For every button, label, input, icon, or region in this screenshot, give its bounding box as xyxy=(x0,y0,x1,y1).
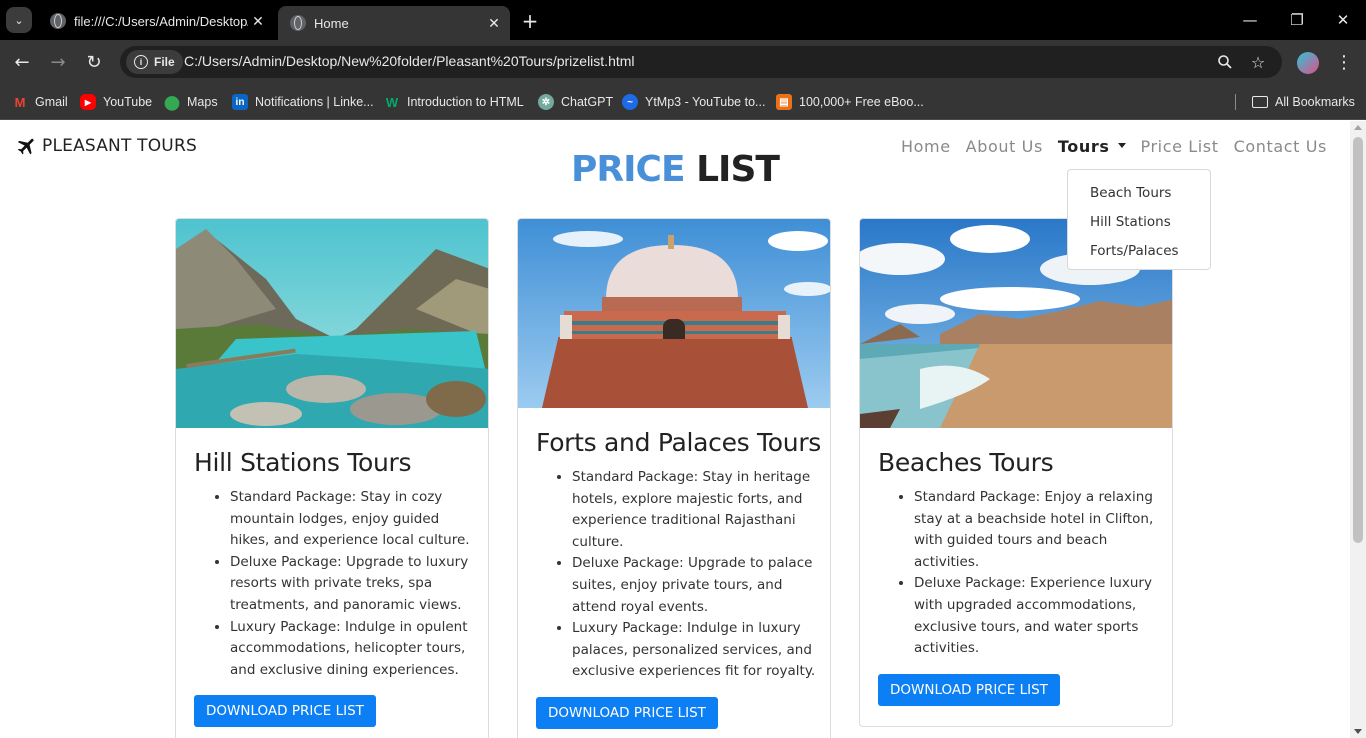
site-chip-label: File xyxy=(154,55,175,69)
list-item: Deluxe Package: Upgrade to luxury resort… xyxy=(230,552,474,617)
list-item: Luxury Package: Indulge in luxury palace… xyxy=(572,618,816,683)
bookmark-intro-html[interactable]: W Introduction to HTML xyxy=(384,92,524,112)
url-text[interactable]: C:/Users/Admin/Desktop/New%20folder/Plea… xyxy=(184,53,635,69)
bookmark-label: 100,000+ Free eBoo... xyxy=(799,95,924,109)
minimize-icon: — xyxy=(1242,11,1258,29)
bookmark-maps[interactable]: ⬤ Maps xyxy=(164,92,218,112)
tour-card-hill-stations: Hill Stations Tours Standard Package: St… xyxy=(175,218,489,738)
chevron-down-icon: ⌄ xyxy=(14,13,24,27)
dropdown-item-beach-tours[interactable]: Beach Tours xyxy=(1068,178,1210,207)
scroll-thumb[interactable] xyxy=(1353,137,1363,543)
package-list: Standard Package: Stay in heritage hotel… xyxy=(572,467,816,683)
tab-title: Home xyxy=(314,15,349,31)
profile-avatar[interactable] xyxy=(1297,52,1319,74)
browser-tab[interactable]: file:///C:/Users/Admin/Desktop/ ✕ xyxy=(38,6,274,36)
dropdown-item-hill-stations[interactable]: Hill Stations xyxy=(1068,207,1210,236)
page-viewport: PLEASANT TOURS Home About Us Tours Price… xyxy=(0,121,1350,738)
star-icon[interactable]: ☆ xyxy=(1247,51,1269,73)
back-button[interactable]: ← xyxy=(10,50,34,74)
ytmp3-icon: ~ xyxy=(622,94,638,110)
package-list: Standard Package: Stay in cozy mountain … xyxy=(230,487,474,681)
menu-kebab-icon[interactable]: ⋮ xyxy=(1334,50,1354,74)
reload-icon: ↻ xyxy=(86,51,102,73)
close-icon[interactable]: ✕ xyxy=(248,11,268,31)
browser-toolbar: ← → ↻ i File C:/Users/Admin/Desktop/New%… xyxy=(0,40,1366,84)
bookmark-ebooks[interactable]: ▤ 100,000+ Free eBoo... xyxy=(776,92,924,112)
hill-station-image xyxy=(176,219,488,428)
address-bar[interactable]: i File C:/Users/Admin/Desktop/New%20fold… xyxy=(120,46,1282,78)
close-window-button[interactable]: ✕ xyxy=(1331,8,1355,32)
arrow-right-icon: → xyxy=(50,51,66,73)
dropdown-item-forts-palaces[interactable]: Forts/Palaces xyxy=(1068,236,1210,265)
arrow-left-icon: ← xyxy=(14,51,30,73)
tour-card-forts-palaces: Forts and Palaces Tours Standard Package… xyxy=(517,218,831,738)
list-item: Deluxe Package: Experience luxury with u… xyxy=(914,573,1158,659)
plus-icon: + xyxy=(521,9,539,33)
bookmark-label: Gmail xyxy=(35,95,68,109)
card-title: Hill Stations Tours xyxy=(194,448,412,477)
bookmarks-bar: M Gmail ▶ YouTube ⬤ Maps in Notification… xyxy=(0,84,1366,120)
list-item: Standard Package: Stay in heritage hotel… xyxy=(572,467,816,553)
download-price-list-button[interactable]: DOWNLOAD PRICE LIST xyxy=(536,696,718,729)
info-icon: i xyxy=(134,55,148,69)
page-title-part2: LIST xyxy=(696,149,780,190)
ebook-icon: ▤ xyxy=(776,94,792,110)
tab-strip: ⌄ file:///C:/Users/Admin/Desktop/ ✕ Home… xyxy=(0,0,1366,40)
restore-icon: ❐ xyxy=(1290,11,1304,29)
tab-title: file:///C:/Users/Admin/Desktop/ xyxy=(74,13,248,29)
page-title-part1: PRICE xyxy=(571,149,686,190)
close-icon: ✕ xyxy=(1336,11,1350,29)
restore-button[interactable]: ❐ xyxy=(1285,8,1309,32)
tours-dropdown-menu: Beach Tours Hill Stations Forts/Palaces xyxy=(1067,169,1211,270)
list-item: Standard Package: Stay in cozy mountain … xyxy=(230,487,474,552)
bookmark-label: YtMp3 - YouTube to... xyxy=(645,95,766,109)
bookmark-linkedin[interactable]: in Notifications | Linke... xyxy=(232,92,374,112)
list-item: Deluxe Package: Upgrade to palace suites… xyxy=(572,553,816,618)
bookmark-label: Introduction to HTML xyxy=(407,95,524,109)
site-info-chip[interactable]: i File xyxy=(126,50,183,74)
globe-icon xyxy=(290,15,306,31)
fort-palace-image xyxy=(518,219,830,408)
package-list: Standard Package: Enjoy a relaxing stay … xyxy=(914,487,1158,660)
bookmark-label: ChatGPT xyxy=(561,95,614,109)
bookmark-label: Notifications | Linke... xyxy=(255,95,374,109)
card-title: Forts and Palaces Tours xyxy=(536,428,822,457)
tab-search-button[interactable]: ⌄ xyxy=(6,7,32,33)
bookmark-label: Maps xyxy=(187,95,218,109)
linkedin-icon: in xyxy=(232,94,248,110)
close-icon[interactable]: ✕ xyxy=(484,13,504,33)
gmail-icon: M xyxy=(14,94,26,110)
bookmark-gmail[interactable]: M Gmail xyxy=(12,92,68,112)
globe-icon xyxy=(50,13,66,29)
download-price-list-button[interactable]: DOWNLOAD PRICE LIST xyxy=(194,695,376,728)
list-item: Standard Package: Enjoy a relaxing stay … xyxy=(914,487,1158,573)
download-price-list-button[interactable]: DOWNLOAD PRICE LIST xyxy=(878,673,1060,706)
scroll-down-arrow-icon[interactable] xyxy=(1354,729,1362,734)
w3schools-icon: W xyxy=(385,94,399,110)
bookmark-ytmp3[interactable]: ~ YtMp3 - YouTube to... xyxy=(622,92,765,112)
minimize-button[interactable]: — xyxy=(1238,8,1262,32)
page-scrollbar[interactable] xyxy=(1350,121,1366,738)
bookmark-youtube[interactable]: ▶ YouTube xyxy=(80,92,152,112)
new-tab-button[interactable]: + xyxy=(518,9,542,33)
bookmark-separator xyxy=(1235,94,1236,110)
browser-tab-active[interactable]: Home ✕ xyxy=(278,6,510,40)
maps-icon: ⬤ xyxy=(164,93,180,110)
all-bookmarks-button[interactable]: All Bookmarks xyxy=(1252,92,1355,112)
card-title: Beaches Tours xyxy=(878,448,1054,477)
reload-button[interactable]: ↻ xyxy=(82,50,106,74)
list-item: Luxury Package: Indulge in opulent accom… xyxy=(230,617,474,682)
chatgpt-icon: ✲ xyxy=(538,94,554,110)
tour-card-beaches: Beaches Tours Standard Package: Enjoy a … xyxy=(859,218,1173,727)
all-bookmarks-label: All Bookmarks xyxy=(1275,95,1355,109)
youtube-icon: ▶ xyxy=(80,94,96,110)
zoom-icon[interactable] xyxy=(1214,51,1236,73)
forward-button[interactable]: → xyxy=(46,50,70,74)
bookmark-chatgpt[interactable]: ✲ ChatGPT xyxy=(538,92,613,112)
bookmark-label: YouTube xyxy=(103,95,153,109)
caret-down-icon xyxy=(1117,143,1126,148)
scroll-up-arrow-icon[interactable] xyxy=(1354,125,1362,130)
folder-icon xyxy=(1252,96,1268,108)
